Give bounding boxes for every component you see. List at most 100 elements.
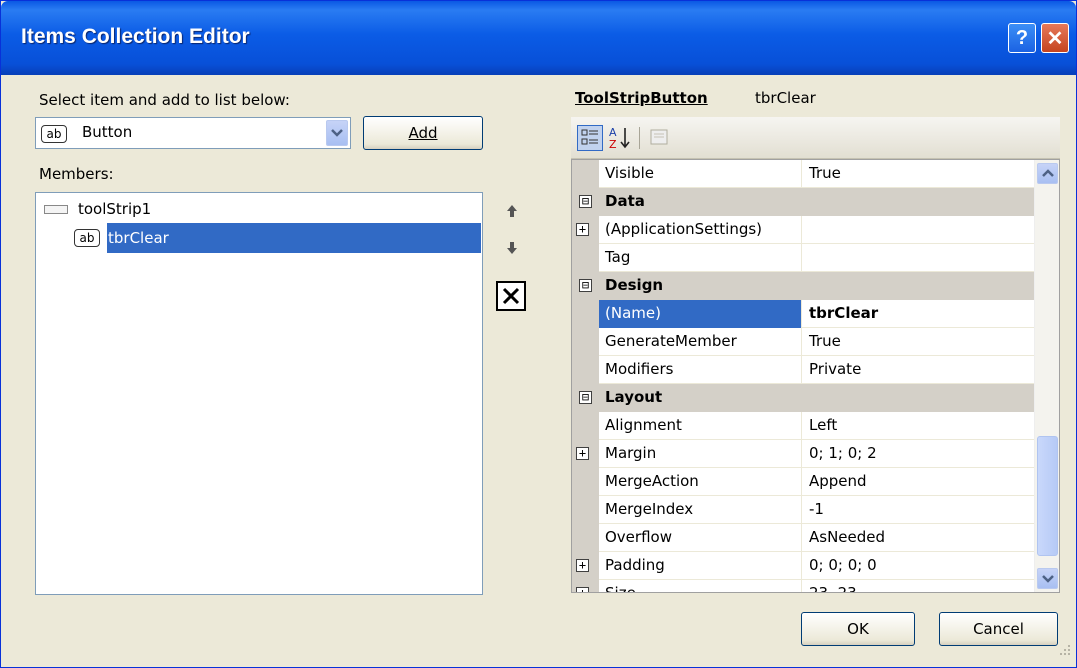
row-gutter xyxy=(572,300,599,328)
scrollbar-thumb[interactable] xyxy=(1037,436,1058,556)
property-name: Margin xyxy=(599,440,802,468)
close-button[interactable]: ✕ xyxy=(1041,23,1069,53)
property-value[interactable]: Private xyxy=(803,356,1034,384)
delete-x-icon xyxy=(502,287,520,305)
window-title: Items Collection Editor xyxy=(21,25,250,48)
tree-item-label: toolStrip1 xyxy=(78,200,152,218)
property-category-row[interactable]: ⊟ Data xyxy=(572,188,1034,216)
toolstrip-icon xyxy=(44,204,68,214)
add-button[interactable]: Add xyxy=(363,116,483,150)
property-row[interactable]: MergeAction Append xyxy=(572,468,1034,496)
members-tree[interactable]: toolStrip1 ab tbrClear xyxy=(35,192,483,595)
property-value[interactable]: 23, 23 xyxy=(803,580,1034,592)
help-button[interactable]: ? xyxy=(1008,23,1036,53)
property-row[interactable]: + Padding 0; 0; 0; 0 xyxy=(572,552,1034,580)
property-pages-icon xyxy=(650,129,668,145)
property-category-row[interactable]: ⊟ Design xyxy=(572,272,1034,300)
row-gutter: + xyxy=(572,440,599,468)
property-category-row[interactable]: ⊟ Layout xyxy=(572,384,1034,412)
collapse-icon[interactable]: ⊟ xyxy=(579,391,592,404)
chevron-down-icon xyxy=(331,129,343,137)
button-type-icon: ab xyxy=(41,125,67,143)
property-name: MergeIndex xyxy=(599,496,802,524)
button-type-icon: ab xyxy=(74,229,100,247)
category-label: Design xyxy=(605,276,664,294)
row-gutter: ⊟ xyxy=(572,272,599,300)
property-row[interactable]: GenerateMember True xyxy=(572,328,1034,356)
property-name: (ApplicationSettings) xyxy=(599,216,802,244)
arrow-down-icon xyxy=(507,242,517,254)
row-gutter: + xyxy=(572,552,599,580)
property-row[interactable]: Modifiers Private xyxy=(572,356,1034,384)
row-gutter xyxy=(572,468,599,496)
items-collection-editor-dialog: Items Collection Editor ? ✕ Select item … xyxy=(0,0,1077,668)
row-gutter xyxy=(572,244,599,272)
property-name: GenerateMember xyxy=(599,328,802,356)
property-name: Tag xyxy=(599,244,802,272)
sort-alphabetical-icon: A Z xyxy=(609,126,630,151)
property-value[interactable]: True xyxy=(803,328,1034,356)
toolbar-separator xyxy=(639,127,640,149)
property-pages-button[interactable] xyxy=(647,125,673,151)
title-bar[interactable]: Items Collection Editor ? ✕ xyxy=(1,1,1076,75)
property-value[interactable]: 0; 1; 0; 2 xyxy=(803,440,1034,468)
property-value[interactable] xyxy=(803,244,1034,272)
select-item-label: Select item and add to list below: xyxy=(39,91,290,109)
ok-button[interactable]: OK xyxy=(801,612,915,646)
property-grid-toolbar: A Z xyxy=(571,117,1060,159)
property-value[interactable]: tbrClear xyxy=(803,300,1034,328)
scroll-down-button[interactable] xyxy=(1037,568,1058,589)
row-gutter xyxy=(572,524,599,552)
move-down-button[interactable] xyxy=(498,234,526,262)
move-up-button[interactable] xyxy=(498,197,526,225)
add-button-label: Add xyxy=(408,124,438,142)
item-type-combobox[interactable]: ab Button xyxy=(35,117,351,149)
collapse-icon[interactable]: ⊟ xyxy=(579,279,592,292)
property-value[interactable] xyxy=(803,216,1034,244)
cancel-button[interactable]: Cancel xyxy=(939,612,1058,646)
property-name: Modifiers xyxy=(599,356,802,384)
svg-text:Z: Z xyxy=(609,138,617,151)
help-icon: ? xyxy=(1015,26,1029,49)
property-row[interactable]: (Name) tbrClear xyxy=(572,300,1034,328)
tree-item-toolstrip[interactable]: toolStrip1 xyxy=(44,195,151,223)
property-value[interactable]: Left xyxy=(803,412,1034,440)
selected-object-name: tbrClear xyxy=(755,89,816,107)
property-value[interactable]: 0; 0; 0; 0 xyxy=(803,552,1034,580)
property-name: Size xyxy=(599,580,802,592)
expand-icon[interactable]: + xyxy=(576,559,589,572)
row-gutter xyxy=(572,496,599,524)
property-row[interactable]: + Margin 0; 1; 0; 2 xyxy=(572,440,1034,468)
property-row[interactable]: + (ApplicationSettings) xyxy=(572,216,1034,244)
alphabetical-button[interactable]: A Z xyxy=(607,125,633,151)
property-name: MergeAction xyxy=(599,468,802,496)
property-value[interactable]: AsNeeded xyxy=(803,524,1034,552)
delete-button[interactable] xyxy=(496,281,526,311)
property-grid[interactable]: Visible True ⊟ Data + (ApplicationSettings) Ta… xyxy=(571,159,1060,593)
category-label: Layout xyxy=(605,388,663,406)
scroll-up-button[interactable] xyxy=(1037,163,1058,184)
row-gutter xyxy=(572,412,599,440)
property-row[interactable]: Tag xyxy=(572,244,1034,272)
property-name: Overflow xyxy=(599,524,802,552)
tree-item-tbrclear[interactable]: ab tbrClear xyxy=(74,224,169,252)
property-row[interactable]: Visible True xyxy=(572,160,1034,188)
expand-icon[interactable]: + xyxy=(576,223,589,236)
property-value[interactable]: -1 xyxy=(803,496,1034,524)
combo-dropdown-button[interactable] xyxy=(326,120,348,146)
collapse-icon[interactable]: ⊟ xyxy=(579,195,592,208)
expand-icon[interactable]: + xyxy=(576,447,589,460)
ok-button-label: OK xyxy=(847,620,869,638)
property-value[interactable]: Append xyxy=(803,468,1034,496)
property-row[interactable]: Alignment Left xyxy=(572,412,1034,440)
categorized-button[interactable] xyxy=(577,125,603,151)
property-row[interactable]: Overflow AsNeeded xyxy=(572,524,1034,552)
expand-icon[interactable]: + xyxy=(576,587,589,592)
row-gutter: + xyxy=(572,580,599,592)
categorized-icon xyxy=(581,129,598,145)
resize-grip-icon[interactable] xyxy=(1056,641,1072,657)
property-grid-scrollbar[interactable] xyxy=(1034,160,1059,592)
property-value[interactable]: True xyxy=(803,160,1034,188)
property-row[interactable]: MergeIndex -1 xyxy=(572,496,1034,524)
property-row[interactable]: + Size 23, 23 xyxy=(572,580,1034,592)
